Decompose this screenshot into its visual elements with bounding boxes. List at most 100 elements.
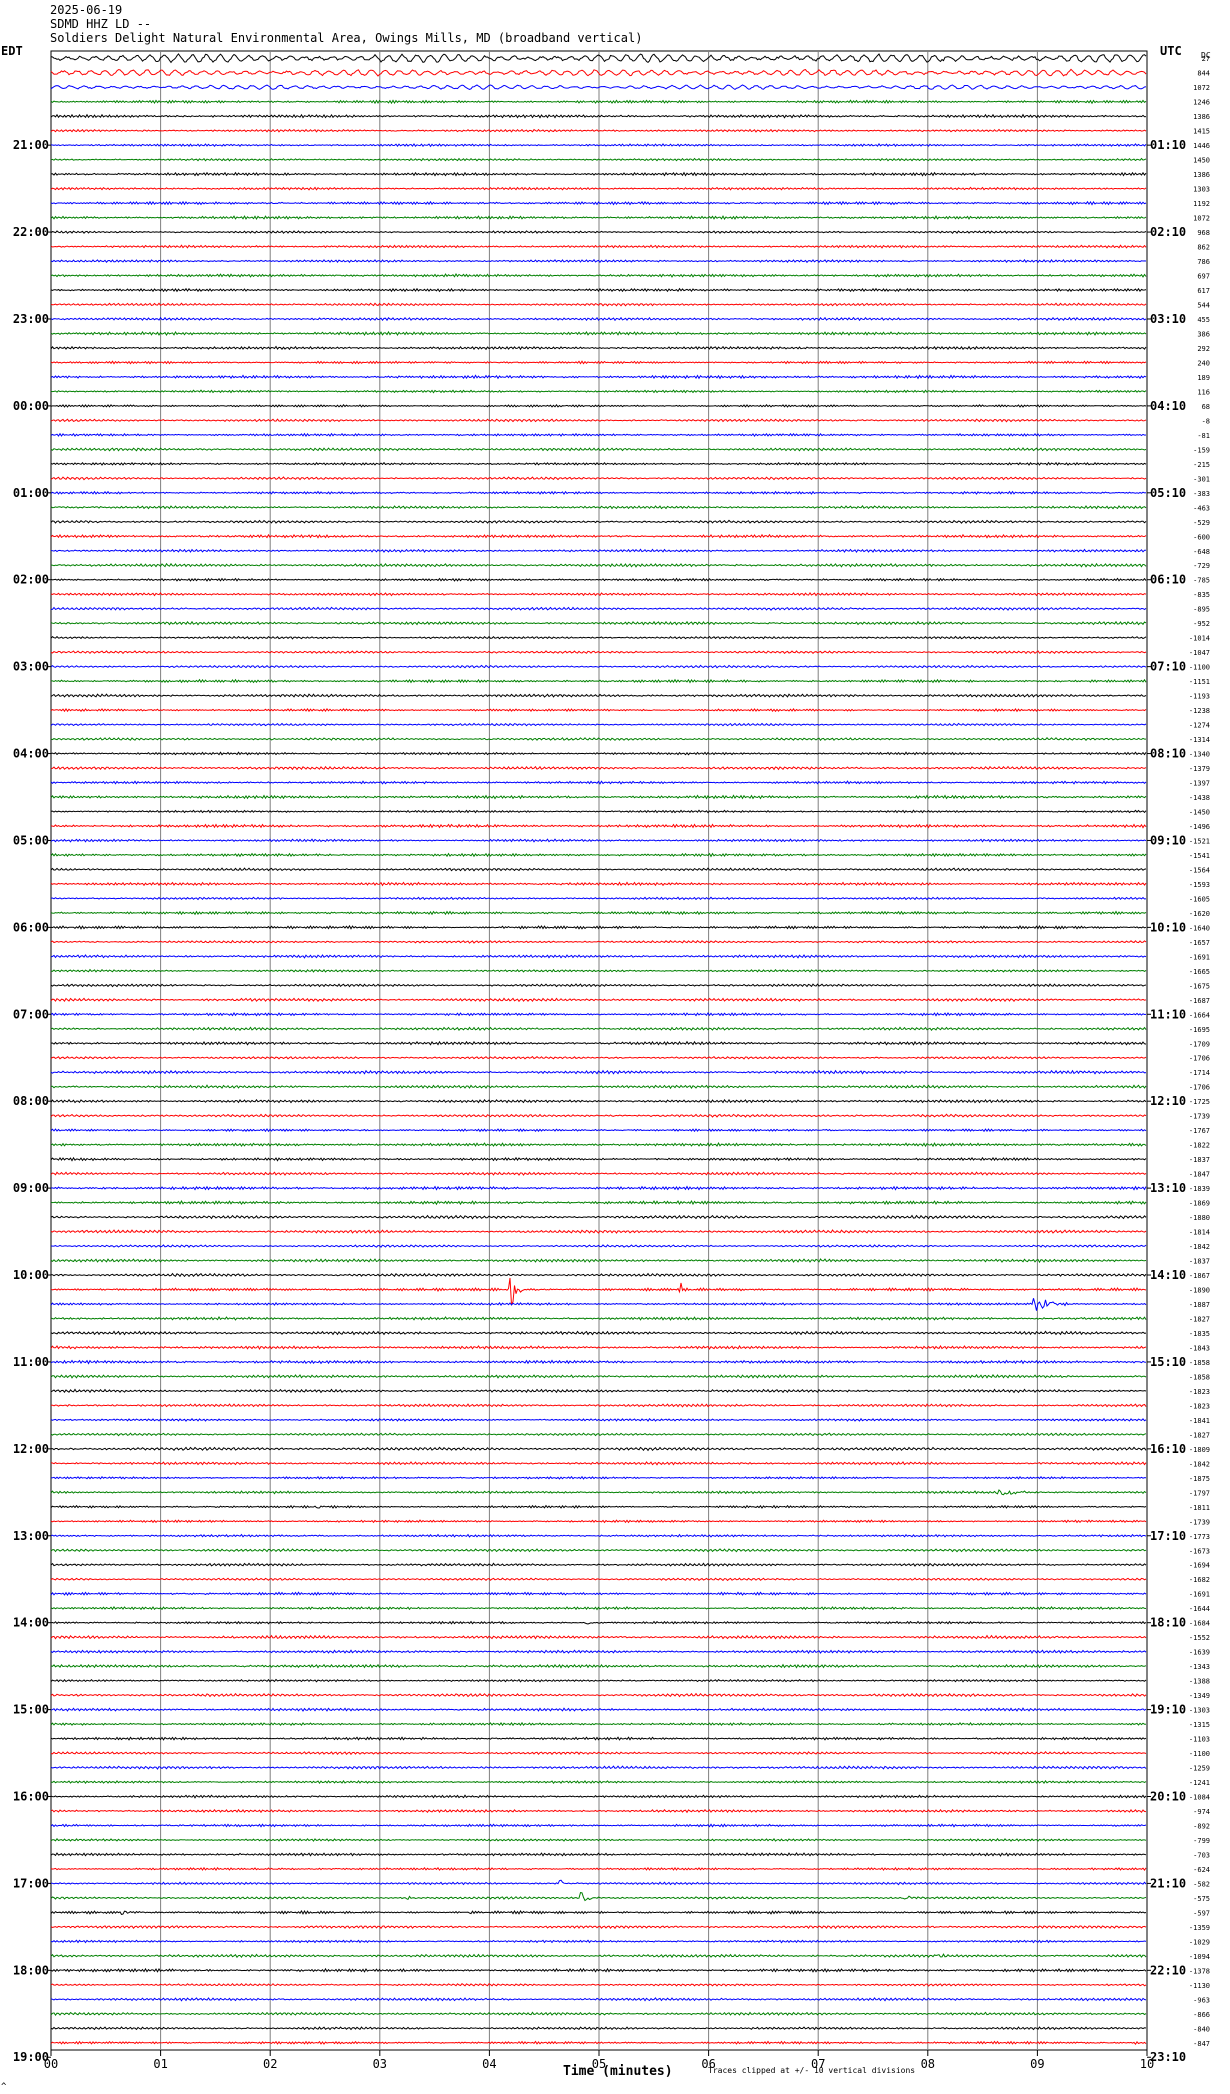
dc-offset-label: -835 xyxy=(1193,591,1210,599)
x-axis-title: Time (minutes) xyxy=(563,2064,673,2079)
dc-offset-label: 1446 xyxy=(1193,142,1210,150)
dc-offset-label: -974 xyxy=(1193,1808,1210,1816)
dc-offset-label: -1151 xyxy=(1189,678,1210,686)
dc-offset-label: -1303 xyxy=(1189,1707,1210,1715)
dc-offset-label: -1842 xyxy=(1189,1243,1210,1251)
x-tick-label: 04 xyxy=(482,2057,496,2071)
dc-offset-label: -1847 xyxy=(1189,1171,1210,1179)
dc-offset-label: -1564 xyxy=(1189,866,1210,874)
dc-offset-label: -1130 xyxy=(1189,1982,1210,1990)
right-hour-label: 06:10 xyxy=(1150,573,1186,587)
x-tick-label: 02 xyxy=(263,2057,277,2071)
left-hour-label: 02:00 xyxy=(13,573,49,587)
right-hour-label: 02:10 xyxy=(1150,225,1186,239)
dc-offset-label: -1869 xyxy=(1189,1200,1210,1208)
dc-offset-label: -1739 xyxy=(1189,1113,1210,1121)
dc-offset-label: -1709 xyxy=(1189,1040,1210,1048)
dc-offset-label: -575 xyxy=(1193,1895,1210,1903)
dc-offset-label: 455 xyxy=(1197,316,1210,324)
dc-offset-label: -1274 xyxy=(1189,722,1210,730)
dc-offset-label: -1706 xyxy=(1189,1055,1210,1063)
right-hour-label: 21:10 xyxy=(1150,1876,1186,1890)
dc-offset-label: 240 xyxy=(1197,359,1210,367)
dc-offset-label: -1839 xyxy=(1189,1185,1210,1193)
dc-offset-label: -1100 xyxy=(1189,664,1210,672)
x-tick-label: 08 xyxy=(921,2057,935,2071)
dc-offset-label: -1640 xyxy=(1189,924,1210,932)
x-tick-label: 09 xyxy=(1030,2057,1044,2071)
right-hour-label: 11:10 xyxy=(1150,1007,1186,1021)
left-hour-label: 03:00 xyxy=(13,660,49,674)
dc-offset-label: -215 xyxy=(1193,461,1210,469)
dc-offset-label: 1386 xyxy=(1193,113,1210,121)
dc-offset-label: -1397 xyxy=(1189,780,1210,788)
dc-offset-label: 786 xyxy=(1197,258,1210,266)
dc-offset-label: -952 xyxy=(1193,620,1210,628)
dc-offset-label: -1450 xyxy=(1189,808,1210,816)
dc-offset-label: -1714 xyxy=(1189,1069,1210,1077)
dc-offset-label: 617 xyxy=(1197,287,1210,295)
left-hour-label: 04:00 xyxy=(13,747,49,761)
dc-offset-label: -1100 xyxy=(1189,1750,1210,1758)
dc-offset-label: 1415 xyxy=(1193,128,1210,136)
x-tick-label: 01 xyxy=(153,2057,167,2071)
dc-offset-label: 544 xyxy=(1197,301,1210,309)
right-hour-label: 15:10 xyxy=(1150,1355,1186,1369)
dc-offset-label: -1029 xyxy=(1189,1938,1210,1946)
dc-offset-label: -963 xyxy=(1193,1996,1210,2004)
dc-offset-label: -1664 xyxy=(1189,1011,1210,1019)
right-hour-label: 20:10 xyxy=(1150,1790,1186,1804)
dc-offset-label: 292 xyxy=(1197,345,1210,353)
left-hour-label: 14:00 xyxy=(13,1616,49,1630)
clip-note: Traces clipped at +/- 10 vertical divisi… xyxy=(708,2066,916,2075)
dc-offset-label: -1835 xyxy=(1189,1330,1210,1338)
dc-offset-label: -1767 xyxy=(1189,1127,1210,1135)
dc-offset-label: -1349 xyxy=(1189,1692,1210,1700)
dc-offset-label: -1814 xyxy=(1189,1229,1210,1237)
dc-offset-label: 1246 xyxy=(1193,99,1210,107)
left-hour-label: 00:00 xyxy=(13,399,49,413)
left-hour-label: 11:00 xyxy=(13,1355,49,1369)
dc-offset-label: -1687 xyxy=(1189,997,1210,1005)
right-hour-label: 23:10 xyxy=(1150,2050,1186,2064)
dc-offset-label: -1314 xyxy=(1189,736,1210,744)
dc-offset-label: -1858 xyxy=(1189,1359,1210,1367)
dc-offset-label: 1072 xyxy=(1193,84,1210,92)
dc-offset-label: -1552 xyxy=(1189,1634,1210,1642)
dc-offset-label: 1072 xyxy=(1193,215,1210,223)
dc-offset-label: 189 xyxy=(1197,374,1210,382)
dc-offset-label: -8 xyxy=(1202,417,1210,425)
dc-offset-label: -582 xyxy=(1193,1880,1210,1888)
dc-offset-label: -1343 xyxy=(1189,1663,1210,1671)
dc-offset-label: 1386 xyxy=(1193,171,1210,179)
dc-offset-label: -1842 xyxy=(1189,1460,1210,1468)
left-hour-label: 13:00 xyxy=(13,1529,49,1543)
dc-offset-label: -1773 xyxy=(1189,1533,1210,1541)
dc-offset-label: -1706 xyxy=(1189,1084,1210,1092)
dc-offset-label: 68 xyxy=(1202,403,1210,411)
dc-offset-label: -1739 xyxy=(1189,1518,1210,1526)
dc-offset-label: -463 xyxy=(1193,504,1210,512)
right-hour-label: 12:10 xyxy=(1150,1094,1186,1108)
dc-offset-label: -1691 xyxy=(1189,953,1210,961)
dc-offset-label: -1811 xyxy=(1189,1504,1210,1512)
dc-offset-label: -1094 xyxy=(1189,1953,1210,1961)
left-hour-label: 06:00 xyxy=(13,920,49,934)
dc-offset-label: -1827 xyxy=(1189,1431,1210,1439)
dc-offset-label: -1694 xyxy=(1189,1562,1210,1570)
dc-offset-label: 862 xyxy=(1197,244,1210,252)
dc-offset-label: -1639 xyxy=(1189,1649,1210,1657)
left-hour-label: 09:00 xyxy=(13,1181,49,1195)
right-hour-label: 09:10 xyxy=(1150,833,1186,847)
left-hour-label: 17:00 xyxy=(13,1876,49,1890)
left-hour-label: 23:00 xyxy=(13,312,49,326)
dc-offset-label: -1837 xyxy=(1189,1258,1210,1266)
dc-offset-label: -1827 xyxy=(1189,1315,1210,1323)
dc-offset-label: -1887 xyxy=(1189,1301,1210,1309)
dc-offset-label: -1725 xyxy=(1189,1098,1210,1106)
dc-offset-label: -1593 xyxy=(1189,881,1210,889)
dc-offset-label: -301 xyxy=(1193,475,1210,483)
dc-offset-label: 968 xyxy=(1197,229,1210,237)
dc-offset-label: -1657 xyxy=(1189,939,1210,947)
dc-offset-label: -600 xyxy=(1193,533,1210,541)
